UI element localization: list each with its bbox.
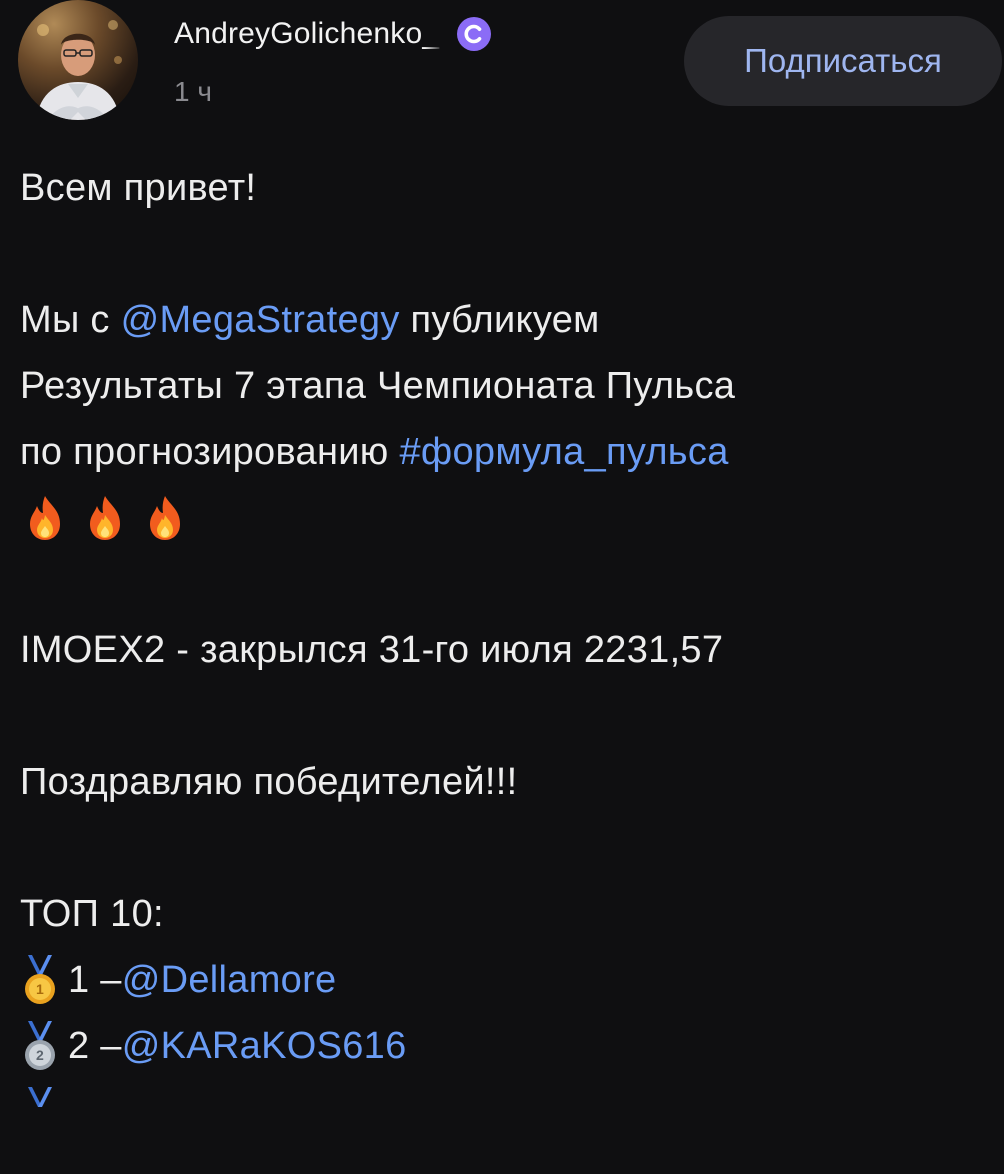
winner-place: 2 –: [68, 1025, 122, 1067]
mention-megastrategy-link[interactable]: @MegaStrategy: [121, 299, 400, 341]
post-line-3: по прогнозированию #формула_пульса: [20, 419, 995, 485]
congrats-line: Поздравляю победителей!!!: [20, 761, 518, 803]
winner-user-link[interactable]: @Dellamore: [122, 947, 337, 1013]
gold-medal-icon: 1: [25, 955, 55, 1004]
post-line-3-pre: по прогнозированию: [20, 431, 400, 473]
fire-emoji-icon: [90, 496, 120, 540]
winner-user-link[interactable]: @KARaKOS616: [122, 1013, 407, 1079]
fire-emoji-icon: [150, 496, 180, 540]
svg-text:2: 2: [36, 1047, 44, 1063]
post-time: 1 ч: [174, 76, 212, 107]
winner-row-2: 2 2 – @KARaKOS616: [20, 1013, 995, 1079]
winner-row-3-partial: [20, 1079, 995, 1145]
post-line-1-pre: Мы с: [20, 299, 121, 341]
post-header: AndreyGolichenko_ 1 ч Подписаться: [0, 0, 1004, 130]
post-line-2: Результаты 7 этапа Чемпионата Пульса: [20, 365, 736, 407]
avatar[interactable]: [18, 0, 138, 120]
author-row: AndreyGolichenko_: [174, 12, 492, 56]
author-name-fade: [425, 18, 444, 50]
svg-text:1: 1: [36, 981, 44, 997]
top-title: ТОП 10:: [20, 893, 164, 935]
fire-emoji-row: [20, 485, 995, 551]
verified-c-badge-icon: [457, 17, 492, 51]
subscribe-button[interactable]: Подписаться: [684, 16, 1002, 106]
imoex-line: IMOEX2 - закрылся 31-го июля 2231,57: [20, 629, 724, 671]
hashtag-link[interactable]: #формула_пульса: [399, 431, 728, 473]
silver-medal-icon: 2: [25, 1021, 55, 1070]
winner-place: 1 –: [68, 959, 122, 1001]
fire-emoji-icon: [30, 496, 60, 540]
medal-ribbon-icon: [28, 1087, 52, 1107]
author-name[interactable]: AndreyGolichenko_: [174, 17, 439, 51]
post-line-1-post: публикуем: [399, 299, 600, 341]
winner-row-1: 1 1 – @Dellamore: [20, 947, 995, 1013]
post-greeting: Всем привет!: [20, 167, 257, 209]
post-body: Всем привет! Мы с @MegaStrategy публикуе…: [20, 155, 995, 1145]
post-line-1: Мы с @MegaStrategy публикуем: [20, 287, 995, 353]
avatar-photo: [36, 20, 122, 120]
